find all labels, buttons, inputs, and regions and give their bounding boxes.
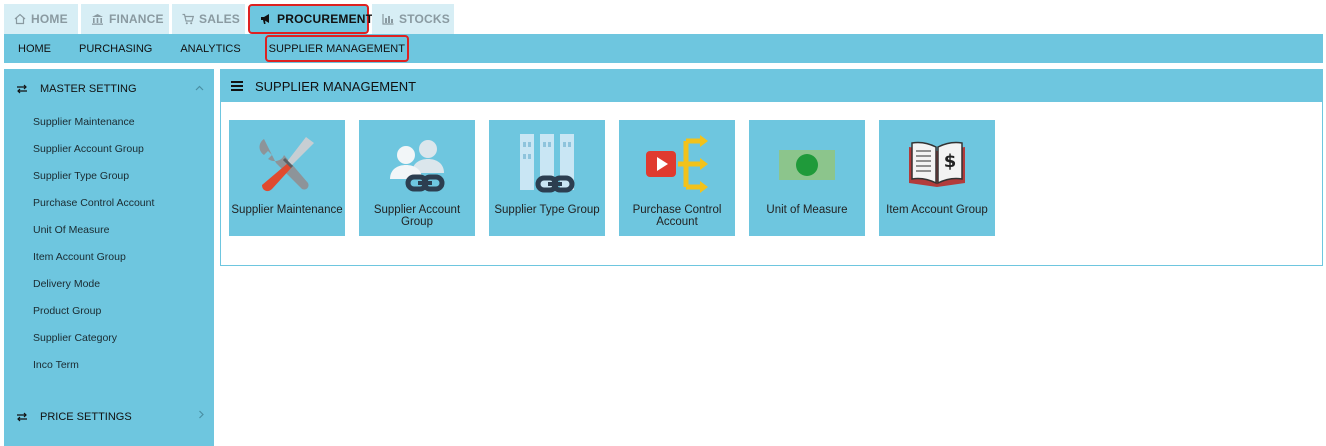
subnav-supplier-management[interactable]: SUPPLIER MANAGEMENT xyxy=(264,35,409,62)
swap-arrows-icon xyxy=(16,84,28,94)
subnav-purchasing[interactable]: PURCHASING xyxy=(65,34,166,63)
hamburger-menu-icon[interactable] xyxy=(231,81,243,91)
sidebar: MASTER SETTING Supplier Maintenance Supp… xyxy=(4,69,214,446)
bar-chart-icon xyxy=(382,13,394,25)
tab-home-label: HOME xyxy=(31,12,68,26)
sidebar-item-supplier-maintenance[interactable]: Supplier Maintenance xyxy=(4,108,214,135)
tile-supplier-type-group[interactable]: Supplier Type Group xyxy=(489,120,605,236)
top-tabs: HOME FINANCE SALES PROCUREMENT STOCKS xyxy=(4,4,457,34)
tab-procurement-label: PROCUREMENT xyxy=(277,12,374,26)
tile-supplier-account-group[interactable]: Supplier Account Group xyxy=(359,120,475,236)
panel-header: SUPPLIER MANAGEMENT xyxy=(221,70,1322,102)
sidebar-item-inco-term[interactable]: Inco Term xyxy=(4,351,214,378)
tile-label: Purchase Control Account xyxy=(632,204,722,228)
sidebar-item-unit-of-measure[interactable]: Unit Of Measure xyxy=(4,216,214,243)
swap-arrows-icon xyxy=(16,412,28,422)
tile-purchase-control-account[interactable]: Purchase Control Account xyxy=(619,120,735,236)
sidebar-item-item-account-group[interactable]: Item Account Group xyxy=(4,243,214,270)
sidebar-item-delivery-mode[interactable]: Delivery Mode xyxy=(4,270,214,297)
tab-finance-label: FINANCE xyxy=(109,12,164,26)
tab-procurement[interactable]: PROCUREMENT xyxy=(248,4,373,34)
sidebar-item-supplier-category[interactable]: Supplier Category xyxy=(4,324,214,351)
chevron-right-icon xyxy=(198,410,204,422)
tab-sales-label: SALES xyxy=(199,12,241,26)
tools-icon xyxy=(259,137,314,192)
tile-label: Supplier Maintenance xyxy=(231,204,343,216)
money-bill-icon xyxy=(779,150,835,180)
tile-label: Item Account Group xyxy=(886,204,988,216)
tile-item-account-group[interactable]: $ Item Account Group xyxy=(879,120,995,236)
dollar-book-icon: $ xyxy=(909,141,965,187)
sidebar-item-product-group[interactable]: Product Group xyxy=(4,297,214,324)
play-split-arrows-icon xyxy=(646,135,708,193)
sidebar-item-supplier-type-group[interactable]: Supplier Type Group xyxy=(4,162,214,189)
tab-finance[interactable]: FINANCE xyxy=(81,4,169,34)
sidebar-item-supplier-account-group[interactable]: Supplier Account Group xyxy=(4,135,214,162)
sidebar-list: Supplier Maintenance Supplier Account Gr… xyxy=(4,108,214,378)
sidebar-item-purchase-control-account[interactable]: Purchase Control Account xyxy=(4,189,214,216)
subnav-home[interactable]: HOME xyxy=(4,34,65,63)
megaphone-icon xyxy=(260,13,272,25)
tile-grid: Supplier Maintenance Supplier Account Gr… xyxy=(229,120,1009,236)
tile-label: Supplier Type Group xyxy=(494,204,600,216)
panel-title: SUPPLIER MANAGEMENT xyxy=(255,78,417,94)
tab-stocks[interactable]: STOCKS xyxy=(372,4,454,34)
tile-unit-of-measure[interactable]: Unit of Measure xyxy=(749,120,865,236)
tile-label: Unit of Measure xyxy=(766,204,848,216)
buildings-link-icon xyxy=(520,134,575,193)
sidebar-section-label: PRICE SETTINGS xyxy=(40,411,132,423)
sidebar-section-master-setting[interactable]: MASTER SETTING xyxy=(4,70,214,108)
sub-navigation: HOME PURCHASING ANALYTICS SUPPLIER MANAG… xyxy=(4,34,1323,63)
tile-label: Supplier Account Group xyxy=(373,204,461,228)
tab-home[interactable]: HOME xyxy=(4,4,78,34)
users-link-icon xyxy=(390,140,445,192)
sidebar-section-label: MASTER SETTING xyxy=(40,83,137,95)
chevron-up-icon xyxy=(195,82,204,94)
svg-text:$: $ xyxy=(944,151,957,172)
tab-stocks-label: STOCKS xyxy=(399,12,450,26)
subnav-analytics[interactable]: ANALYTICS xyxy=(166,34,254,63)
supplier-management-panel: SUPPLIER MANAGEMENT Supplier Maintenance xyxy=(220,69,1323,266)
tab-sales[interactable]: SALES xyxy=(172,4,245,34)
sidebar-section-price-settings[interactable]: PRICE SETTINGS xyxy=(4,398,214,436)
cart-icon xyxy=(182,13,194,25)
tile-supplier-maintenance[interactable]: Supplier Maintenance xyxy=(229,120,345,236)
bank-icon xyxy=(91,13,104,25)
home-icon xyxy=(14,13,26,25)
